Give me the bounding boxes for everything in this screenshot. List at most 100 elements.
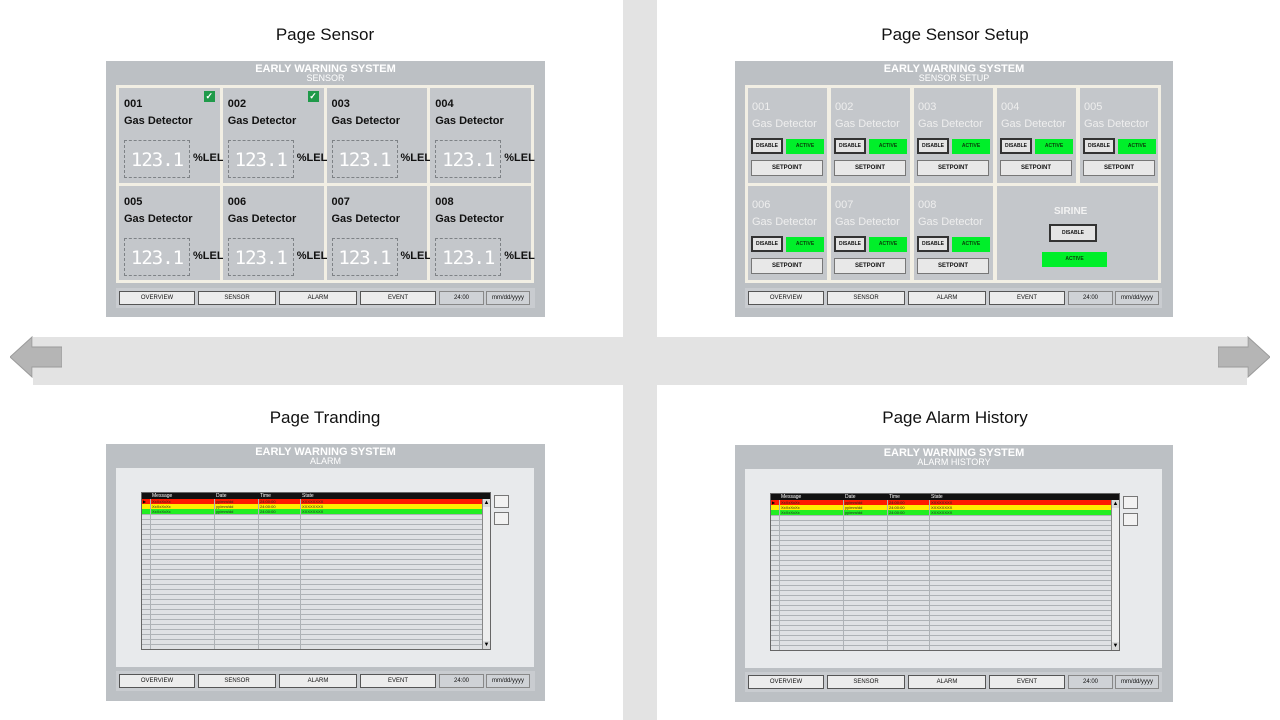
disable-button[interactable]: DISABLE bbox=[917, 138, 949, 154]
row-divider bbox=[142, 559, 490, 560]
sensor-card[interactable]: ✓ 001 Gas Detector 123.1 %LEL bbox=[119, 88, 224, 183]
page-button-icon[interactable] bbox=[1123, 513, 1138, 526]
setpoint-button[interactable]: SETPOINT bbox=[917, 160, 989, 176]
scroll-down-icon[interactable]: ▼ bbox=[1112, 642, 1119, 650]
sensor-unit: %LEL bbox=[504, 249, 535, 262]
page-button-icon[interactable] bbox=[1123, 496, 1138, 509]
setup-sensor-card: 002 Gas Detector DISABLE ACTIVE SETPOINT bbox=[831, 88, 910, 183]
row-divider bbox=[142, 614, 490, 615]
row-divider bbox=[142, 594, 490, 595]
active-button[interactable]: ACTIVE bbox=[869, 237, 907, 252]
nav-event-button[interactable]: EVENT bbox=[989, 291, 1065, 305]
sensor-card[interactable]: ✓ 002 Gas Detector 123.1 %LEL bbox=[222, 88, 327, 183]
arrow-right-icon[interactable] bbox=[1218, 335, 1270, 379]
column-divider bbox=[843, 500, 844, 650]
nav-overview-button[interactable]: OVERVIEW bbox=[748, 675, 824, 689]
scroll-up-icon[interactable]: ▲ bbox=[1112, 500, 1119, 508]
row-divider bbox=[142, 549, 490, 550]
disable-button[interactable]: DISABLE bbox=[917, 236, 949, 252]
sensor-name: Gas Detector bbox=[124, 212, 193, 225]
setpoint-button[interactable]: SETPOINT bbox=[751, 160, 823, 176]
setpoint-button[interactable]: SETPOINT bbox=[1000, 160, 1072, 176]
row-divider bbox=[142, 619, 490, 620]
nav-alarm-button[interactable]: ALARM bbox=[279, 291, 357, 305]
sirine-label: SIRINE bbox=[1054, 206, 1088, 217]
sensor-id: 002 bbox=[227, 98, 247, 110]
active-button[interactable]: ACTIVE bbox=[952, 237, 990, 252]
sensor-reading-box: 123.1 bbox=[331, 237, 398, 276]
sensor-reading-box: 123.1 bbox=[227, 140, 294, 178]
setup-sensor-card: 003 Gas Detector DISABLE ACTIVE SETPOINT bbox=[914, 88, 993, 183]
sensor-id: 006 bbox=[227, 195, 247, 208]
active-button[interactable]: ACTIVE bbox=[786, 237, 824, 252]
arrow-left-icon[interactable] bbox=[10, 335, 62, 379]
row-divider bbox=[771, 605, 1119, 606]
clock-date: mm/dd/yyyy bbox=[1115, 291, 1159, 305]
nav-overview-button[interactable]: OVERVIEW bbox=[119, 291, 195, 305]
row-divider bbox=[771, 590, 1119, 591]
scroll-up-icon[interactable]: ▲ bbox=[483, 499, 490, 507]
row-divider bbox=[771, 620, 1119, 621]
nav-event-button[interactable]: EVENT bbox=[360, 674, 436, 688]
sensor-card[interactable]: 007 Gas Detector 123.1 %LEL bbox=[326, 185, 431, 280]
active-button[interactable]: ACTIVE bbox=[952, 139, 990, 154]
quadrant-title-sensor: Page Sensor bbox=[275, 25, 375, 44]
row-divider bbox=[142, 529, 490, 530]
row-divider bbox=[142, 539, 490, 540]
disable-button[interactable]: DISABLE bbox=[1083, 138, 1115, 154]
disable-button[interactable]: DISABLE bbox=[834, 236, 866, 252]
nav-alarm-button[interactable]: ALARM bbox=[908, 291, 986, 305]
table-scrollbar[interactable]: ▲ ▼ bbox=[1111, 500, 1119, 650]
sensor-card[interactable]: 003 Gas Detector 123.1 %LEL bbox=[326, 88, 431, 183]
disable-button[interactable]: DISABLE bbox=[751, 138, 783, 154]
setpoint-button[interactable]: SETPOINT bbox=[751, 258, 823, 274]
setpoint-button[interactable]: SETPOINT bbox=[917, 258, 989, 274]
sensor-reading-box: 123.1 bbox=[331, 140, 398, 178]
setpoint-button[interactable]: SETPOINT bbox=[834, 258, 906, 274]
setpoint-button[interactable]: SETPOINT bbox=[1083, 160, 1155, 176]
nav-event-button[interactable]: EVENT bbox=[989, 675, 1065, 689]
disable-button[interactable]: DISABLE bbox=[834, 138, 866, 154]
nav-alarm-button[interactable]: ALARM bbox=[279, 674, 357, 688]
column-divider bbox=[779, 500, 780, 650]
column-divider bbox=[887, 500, 888, 650]
sirine-active-button[interactable]: ACTIVE bbox=[1042, 252, 1107, 267]
page-subtitle: ALARM HISTORY bbox=[917, 457, 991, 467]
row-divider bbox=[771, 615, 1119, 616]
nav-sensor-button[interactable]: SENSOR bbox=[827, 291, 905, 305]
sensor-card[interactable]: 004 Gas Detector 123.1 %LEL bbox=[430, 88, 535, 183]
sensor-card[interactable]: 006 Gas Detector 123.1 %LEL bbox=[222, 185, 327, 280]
sensor-id: 008 bbox=[435, 195, 454, 208]
nav-event-button[interactable]: EVENT bbox=[360, 291, 436, 305]
active-button[interactable]: ACTIVE bbox=[1035, 139, 1073, 154]
nav-alarm-button[interactable]: ALARM bbox=[908, 675, 986, 689]
sensor-name: Gas Detector bbox=[435, 212, 504, 225]
active-button[interactable]: ACTIVE bbox=[1118, 139, 1156, 154]
nav-overview-button[interactable]: OVERVIEW bbox=[119, 674, 195, 688]
active-button[interactable]: ACTIVE bbox=[786, 139, 824, 154]
row-divider bbox=[771, 580, 1119, 581]
row-divider bbox=[771, 650, 1119, 651]
nav-overview-button[interactable]: OVERVIEW bbox=[748, 291, 824, 305]
sensor-card[interactable]: 005 Gas Detector 123.1 %LEL bbox=[119, 185, 224, 280]
setpoint-button[interactable]: SETPOINT bbox=[834, 160, 906, 176]
page-button-icon[interactable] bbox=[494, 495, 509, 508]
sensor-card[interactable]: 008 Gas Detector 123.1 %LEL bbox=[430, 185, 535, 280]
disable-button[interactable]: DISABLE bbox=[751, 236, 783, 252]
disable-button[interactable]: DISABLE bbox=[1000, 138, 1032, 154]
clock-time: 24:00 bbox=[439, 291, 484, 305]
clock-date: mm/dd/yyyy bbox=[486, 291, 530, 305]
table-scrollbar[interactable]: ▲ ▼ bbox=[482, 499, 490, 649]
active-button[interactable]: ACTIVE bbox=[869, 139, 907, 154]
nav-sensor-button[interactable]: SENSOR bbox=[198, 291, 276, 305]
row-divider bbox=[771, 520, 1119, 521]
setup-sensor-card: 007 Gas Detector DISABLE ACTIVE SETPOINT bbox=[831, 186, 910, 280]
sirine-disable-button[interactable]: DISABLE bbox=[1049, 224, 1097, 242]
hmi-panel-setup: EARLY WARNING SYSTEM SENSOR SETUP 008 Gas… bbox=[735, 61, 1173, 317]
row-divider bbox=[771, 635, 1119, 636]
setup-sensor-card: 004 Gas Detector DISABLE ACTIVE SETPOINT bbox=[997, 88, 1076, 183]
nav-sensor-button[interactable]: SENSOR bbox=[827, 675, 905, 689]
page-button-icon[interactable] bbox=[494, 512, 509, 525]
nav-sensor-button[interactable]: SENSOR bbox=[198, 674, 276, 688]
scroll-down-icon[interactable]: ▼ bbox=[483, 641, 490, 649]
